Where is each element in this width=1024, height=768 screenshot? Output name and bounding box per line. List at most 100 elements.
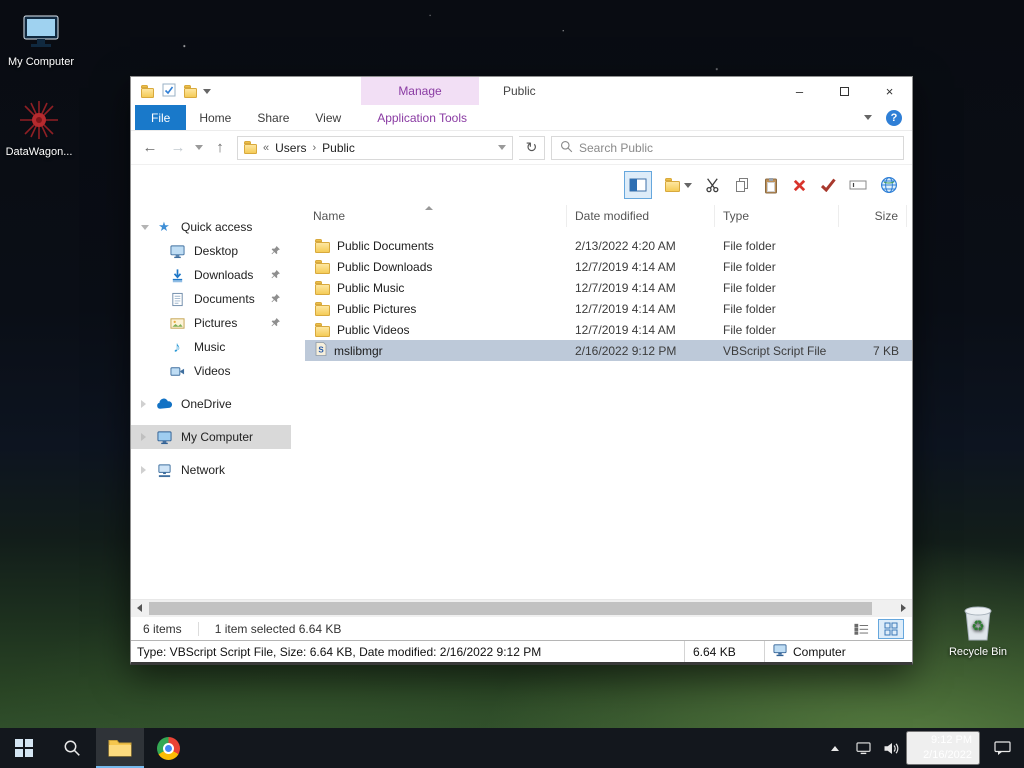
selection-info: 1 item selected 6.64 KB bbox=[197, 621, 341, 636]
address-overflow-chevron[interactable]: « bbox=[263, 142, 269, 154]
back-button[interactable]: ← bbox=[139, 136, 161, 160]
taskbar-chrome-button[interactable] bbox=[144, 728, 192, 768]
tab-file[interactable]: File bbox=[135, 105, 187, 130]
file-row-public-pictures[interactable]: Public Pictures 12/7/2019 4:14 AM File f… bbox=[305, 298, 912, 319]
folder-icon bbox=[315, 238, 330, 253]
help-icon[interactable]: ? bbox=[886, 109, 902, 126]
scroll-left-button[interactable] bbox=[131, 600, 148, 617]
pin-icon[interactable] bbox=[270, 293, 281, 307]
sidebar-item-label: Desktop bbox=[194, 244, 239, 258]
check-icon bbox=[820, 178, 836, 192]
tray-display-icon-button[interactable] bbox=[850, 728, 876, 768]
desktop: My Computer DataWagon... ♻ Recycle Bin M… bbox=[0, 0, 1024, 768]
main-area: ★ Quick access Desktop Downloads Documen… bbox=[131, 205, 912, 599]
sidebar-item-pictures[interactable]: Pictures bbox=[131, 311, 291, 335]
file-row-public-music[interactable]: Public Music 12/7/2019 4:14 AM File fold… bbox=[305, 277, 912, 298]
collapse-ribbon-icon[interactable] bbox=[864, 115, 872, 120]
scrollbar-thumb[interactable] bbox=[149, 601, 872, 615]
my-computer-icon bbox=[155, 430, 173, 445]
file-name: mslibmgr bbox=[334, 343, 383, 358]
scroll-right-button[interactable] bbox=[895, 600, 912, 617]
file-date: 12/7/2019 4:14 AM bbox=[575, 301, 676, 316]
horizontal-scrollbar[interactable] bbox=[131, 599, 912, 616]
vbscript-file-icon: S bbox=[315, 342, 327, 359]
desktop-icon-recycle-bin[interactable]: ♻ Recycle Bin bbox=[941, 598, 1015, 658]
close-button[interactable]: × bbox=[867, 77, 912, 105]
selected-file-summary: Type: VBScript Script File, Size: 6.64 K… bbox=[137, 644, 542, 659]
sidebar-item-network[interactable]: Network bbox=[131, 458, 291, 482]
volume-button[interactable] bbox=[878, 728, 904, 768]
sidebar-item-onedrive[interactable]: OneDrive bbox=[131, 392, 291, 416]
file-row-public-downloads[interactable]: Public Downloads 12/7/2019 4:14 AM File … bbox=[305, 256, 912, 277]
pin-icon[interactable] bbox=[270, 269, 281, 283]
copy-button[interactable] bbox=[734, 171, 750, 199]
cut-button[interactable] bbox=[705, 171, 721, 199]
search-box[interactable] bbox=[551, 135, 904, 160]
sidebar-item-label: Downloads bbox=[194, 268, 254, 282]
desktop-icon-my-computer[interactable]: My Computer bbox=[4, 8, 78, 68]
properties-check-icon[interactable] bbox=[162, 83, 176, 100]
expander-icon[interactable] bbox=[141, 224, 149, 230]
file-row-public-videos[interactable]: Public Videos 12/7/2019 4:14 AM File fol… bbox=[305, 319, 912, 340]
large-icons-view-button[interactable] bbox=[878, 618, 904, 639]
confirm-button[interactable] bbox=[820, 171, 836, 199]
sidebar-item-downloads[interactable]: Downloads bbox=[131, 263, 291, 287]
expander-icon[interactable] bbox=[141, 433, 146, 441]
sidebar-item-documents[interactable]: Documents bbox=[131, 287, 291, 311]
recent-locations-icon[interactable] bbox=[195, 145, 203, 150]
preview-pane-toggle[interactable] bbox=[624, 171, 652, 199]
new-folder-qat-icon[interactable] bbox=[184, 84, 197, 98]
quick-access-star-icon: ★ bbox=[158, 219, 170, 234]
svg-text:♻: ♻ bbox=[971, 618, 984, 635]
desktop-icon-datawagon[interactable]: DataWagon... bbox=[2, 98, 76, 158]
pin-icon[interactable] bbox=[270, 317, 281, 331]
new-folder-button[interactable] bbox=[665, 171, 692, 199]
minimize-button[interactable]: – bbox=[777, 77, 822, 105]
sidebar-item-music[interactable]: ♪ Music bbox=[131, 335, 291, 359]
sidebar-item-quick-access[interactable]: ★ Quick access bbox=[131, 215, 291, 239]
up-button[interactable]: ↑ bbox=[209, 136, 231, 160]
refresh-button[interactable]: ↻ bbox=[519, 135, 545, 160]
tab-share[interactable]: Share bbox=[244, 105, 302, 130]
maximize-button[interactable] bbox=[822, 77, 867, 105]
column-label: Name bbox=[313, 209, 346, 223]
address-bar[interactable]: « Users › Public bbox=[237, 135, 513, 160]
scroll-left-icon bbox=[137, 604, 142, 612]
taskbar-search-button[interactable] bbox=[48, 728, 96, 768]
search-input[interactable] bbox=[579, 140, 895, 155]
column-header-name[interactable]: Name bbox=[305, 205, 567, 227]
windows-logo-icon bbox=[15, 739, 33, 757]
start-button[interactable] bbox=[0, 728, 48, 768]
details-view-button[interactable] bbox=[848, 619, 874, 639]
taskbar-clock[interactable]: 9:12 PM 2/16/2022 bbox=[906, 731, 980, 765]
taskbar-file-explorer-button[interactable] bbox=[96, 728, 144, 768]
sidebar-item-my-computer[interactable]: My Computer bbox=[131, 425, 291, 449]
tab-home[interactable]: Home bbox=[186, 105, 244, 130]
tab-application-tools[interactable]: Application Tools bbox=[364, 105, 480, 130]
qat-dropdown-icon[interactable] bbox=[203, 88, 211, 94]
expander-icon[interactable] bbox=[141, 466, 146, 474]
manage-contextual-header[interactable]: Manage bbox=[361, 77, 479, 105]
rename-button[interactable] bbox=[849, 171, 867, 199]
network-globe-button[interactable] bbox=[880, 171, 898, 199]
paste-button[interactable] bbox=[763, 171, 779, 199]
file-row-mslibmgr[interactable]: S mslibmgr 2/16/2022 9:12 PM VBScript Sc… bbox=[305, 340, 912, 361]
pin-icon[interactable] bbox=[270, 245, 281, 259]
breadcrumb-public[interactable]: Public bbox=[322, 141, 355, 155]
folder-icon[interactable] bbox=[141, 84, 154, 98]
column-header-date-modified[interactable]: Date modified bbox=[567, 205, 715, 227]
action-center-button[interactable] bbox=[982, 728, 1022, 768]
address-dropdown-icon[interactable] bbox=[498, 145, 506, 150]
scrollbar-track[interactable] bbox=[148, 600, 895, 617]
show-hidden-icons-button[interactable] bbox=[822, 728, 848, 768]
breadcrumb-users[interactable]: Users bbox=[275, 141, 306, 155]
sidebar-item-desktop[interactable]: Desktop bbox=[131, 239, 291, 263]
file-row-public-documents[interactable]: Public Documents 2/13/2022 4:20 AM File … bbox=[305, 235, 912, 256]
delete-button[interactable] bbox=[792, 171, 807, 199]
column-header-type[interactable]: Type bbox=[715, 205, 839, 227]
sidebar-item-videos[interactable]: Videos bbox=[131, 359, 291, 383]
column-header-size[interactable]: Size bbox=[839, 205, 907, 227]
tab-view[interactable]: View bbox=[302, 105, 354, 130]
forward-button[interactable]: → bbox=[167, 136, 189, 160]
expander-icon[interactable] bbox=[141, 400, 146, 408]
